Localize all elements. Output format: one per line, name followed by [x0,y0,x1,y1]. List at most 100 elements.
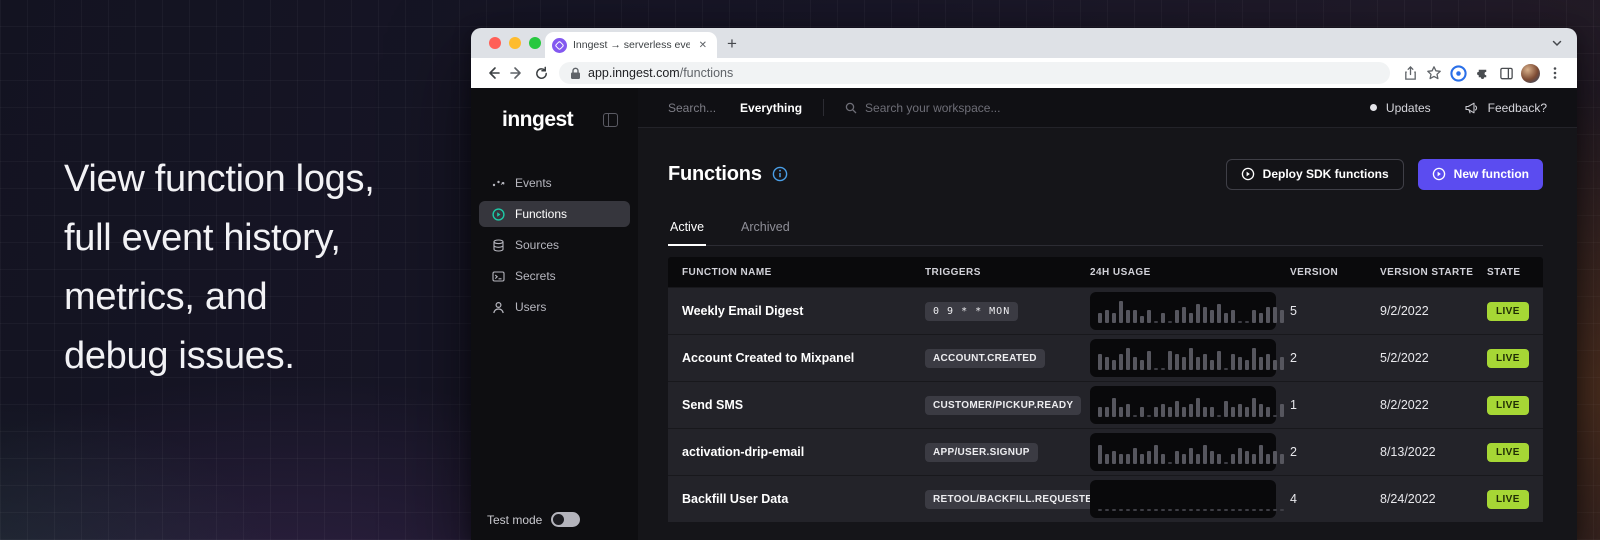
function-name-cell[interactable]: Send SMS [668,398,911,412]
function-name-cell[interactable]: Account Created to Mixpanel [668,351,911,365]
search-label[interactable]: Search... [668,101,716,115]
new-function-button[interactable]: New function [1418,159,1543,190]
function-name[interactable]: Send SMS [682,398,897,412]
tab-title: Inngest → serverless event-dri [573,39,690,51]
column-header: TRIGGERS [911,267,1076,278]
inngest-logo: inngest [502,108,573,132]
deploy-sdk-functions-button[interactable]: Deploy SDK functions [1226,159,1404,190]
hero-line: debug issues. [64,327,374,386]
inngest-favicon-icon [552,38,567,53]
tab-close-icon[interactable]: ✕ [696,38,710,53]
tab-search-chevron-icon[interactable] [1551,36,1563,54]
version-started-cell: 9/2/2022 [1366,304,1473,318]
bookmark-star-icon[interactable] [1422,61,1446,85]
workspace-search-input[interactable]: Search your workspace... [865,101,1000,115]
usage-chart [1090,433,1276,471]
state-badge: LIVE [1487,443,1529,462]
page-background: View function logs, full event history, … [0,0,1600,540]
tab-active[interactable]: Active [668,220,706,246]
function-name[interactable]: Backfill User Data [682,492,897,506]
forward-arrow-icon[interactable] [505,61,529,85]
sidebar-item-functions[interactable]: Functions [479,201,630,227]
lock-icon [570,67,581,80]
version-cell: 2 [1276,351,1366,365]
sidebar-item-label: Functions [515,207,567,221]
table-header: FUNCTION NAMETRIGGERS24H USAGEVERSIONVER… [668,257,1543,287]
hero-text: View function logs, full event history, … [64,150,374,386]
function-name[interactable]: Weekly Email Digest [682,304,897,318]
version-started-cell: 8/13/2022 [1366,445,1473,459]
trigger-badge: ACCOUNT.CREATED [925,349,1045,368]
reload-icon[interactable] [529,61,553,85]
url-field[interactable]: app.inngest.com/functions [559,62,1390,84]
onepassword-icon[interactable] [1446,61,1470,85]
column-header: FUNCTION NAME [668,267,911,278]
version-cell: 1 [1276,398,1366,412]
tab-archived[interactable]: Archived [739,220,792,245]
table-row[interactable]: Backfill User Data RETOOL/BACKFILL.REQUES… [668,475,1543,522]
function-name-cell[interactable]: activation-drip-email [668,445,911,459]
close-window-button[interactable] [489,37,501,49]
page-tabs: Active Archived [668,220,1543,246]
function-name[interactable]: Account Created to Mixpanel [682,351,897,365]
page-title: Functions [668,163,762,186]
sidebar-item-label: Sources [515,238,559,252]
state-cell: LIVE [1473,489,1543,509]
state-badge: LIVE [1487,349,1529,368]
new-function-icon [1432,167,1446,181]
profile-avatar[interactable] [1521,64,1540,83]
minimize-window-button[interactable] [509,37,521,49]
usage-cell [1076,292,1276,330]
browser-tab[interactable]: Inngest → serverless event-dri ✕ [545,32,717,58]
table-row[interactable]: Send SMS CUSTOMER/PICKUP.READY 18/2/2022LI… [668,381,1543,428]
sidebar-item-users[interactable]: Users [479,294,630,320]
trigger-cell: ACCOUNT.CREATED [911,348,1076,368]
info-circle-icon[interactable] [772,166,788,182]
share-icon[interactable] [1398,61,1422,85]
usage-chart [1090,386,1276,424]
top-nav: Search... Everything Search your workspa… [638,88,1577,128]
new-tab-button[interactable]: + [727,35,737,52]
browser-window: Inngest → serverless event-dri ✕ + app.i… [471,28,1577,540]
extensions-puzzle-icon[interactable] [1470,61,1494,85]
sidebar-item-sources[interactable]: Sources [479,232,630,258]
function-name-cell[interactable]: Backfill User Data [668,492,911,506]
search-icon [845,102,857,114]
inngest-app: inngest Events Functions Sources [471,88,1577,540]
usage-cell [1076,386,1276,424]
divider [823,99,824,116]
usage-chart [1090,480,1276,518]
feedback-link[interactable]: Feedback? [1488,101,1547,115]
back-arrow-icon[interactable] [481,61,505,85]
table-row[interactable]: activation-drip-emailAPP/USER.SIGNUP28/1… [668,428,1543,475]
trigger-cell: RETOOL/BACKFILL.REQUESTED [911,489,1076,509]
search-scope-everything[interactable]: Everything [740,101,802,115]
zoom-window-button[interactable] [529,37,541,49]
function-name-cell[interactable]: Weekly Email Digest [668,304,911,318]
browser-tab-strip: Inngest → serverless event-dri ✕ + [471,28,1577,58]
state-cell: LIVE [1473,395,1543,415]
trigger-badge: CUSTOMER/PICKUP.READY [925,396,1081,415]
usage-cell [1076,339,1276,377]
table-row[interactable]: Account Created to Mixpanel ACCOUNT.CREAT… [668,334,1543,381]
sidebar-item-secrets[interactable]: Secrets [479,263,630,289]
hero-line: metrics, and [64,268,374,327]
table-row[interactable]: Weekly Email Digest0 9 * * MON59/2/2022L… [668,287,1543,334]
version-cell: 2 [1276,445,1366,459]
version-started-cell: 8/2/2022 [1366,398,1473,412]
side-panel-icon[interactable] [1494,61,1518,85]
sidebar: inngest Events Functions Sources [471,88,638,540]
hero-line: View function logs, [64,150,374,209]
updates-link[interactable]: Updates [1386,101,1431,115]
sidebar-item-events[interactable]: Events [479,170,630,196]
sidebar-collapse-icon[interactable] [603,113,618,127]
sidebar-item-label: Secrets [515,269,556,283]
test-mode-toggle[interactable] [551,512,580,527]
browser-url-bar: app.inngest.com/functions [471,58,1577,88]
overflow-menu-icon[interactable] [1543,61,1567,85]
events-dots-icon [492,177,505,190]
window-controls[interactable] [489,37,541,49]
usage-cell [1076,433,1276,471]
function-name[interactable]: activation-drip-email [682,445,897,459]
version-cell: 5 [1276,304,1366,318]
